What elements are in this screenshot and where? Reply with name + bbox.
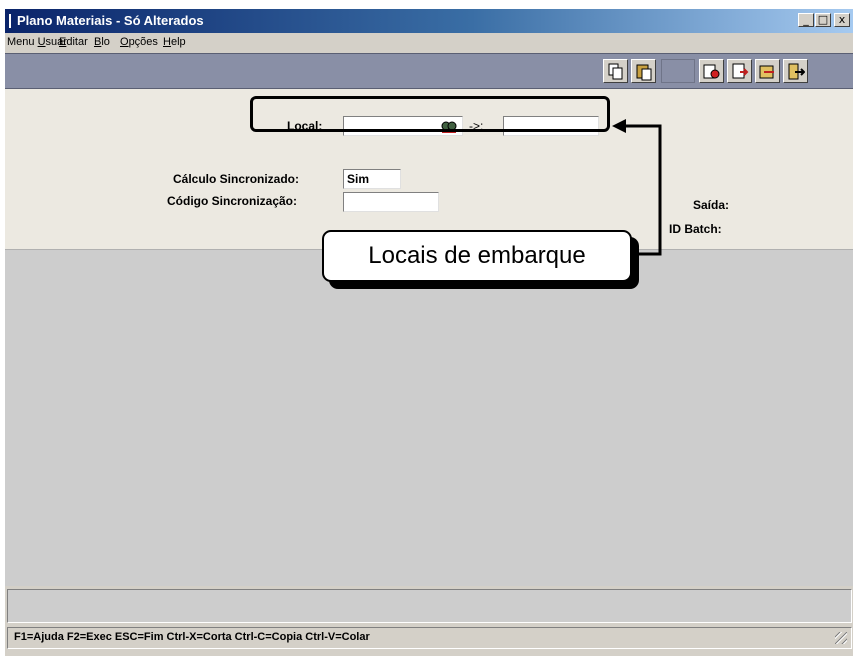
callout-connector: [612, 119, 662, 256]
callout-label: Locais de embarque: [322, 230, 632, 282]
